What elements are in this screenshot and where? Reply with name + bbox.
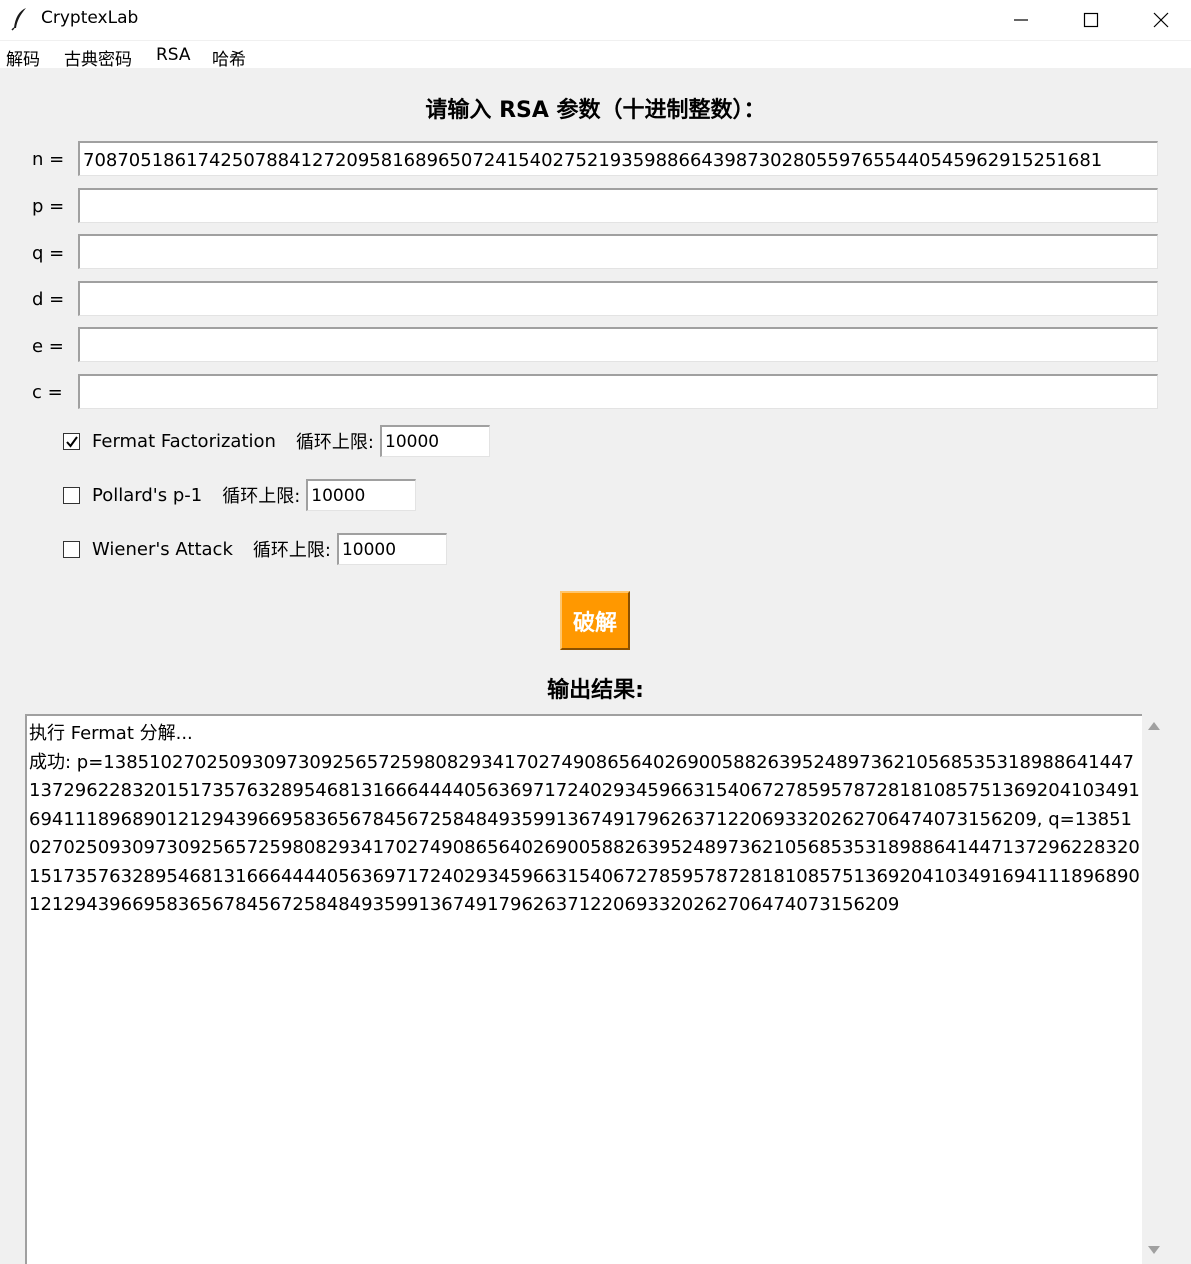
menu-decode[interactable]: 解码 [6, 45, 40, 70]
pollard-checkbox[interactable] [63, 486, 80, 504]
feather-icon [10, 7, 30, 31]
fermat-label: Fermat Factorization [92, 430, 276, 452]
wiener-limit-input[interactable] [336, 533, 447, 565]
pollard-limit-label: 循环上限: [222, 486, 301, 507]
output-scrollbar[interactable] [1142, 714, 1166, 1264]
fermat-checkbox[interactable] [63, 432, 80, 450]
window-title: CryptexLab [41, 8, 139, 28]
wiener-option: Wiener's Attack 循环上限: [63, 533, 447, 565]
pollard-label: Pollard's p-1 [92, 484, 203, 506]
maximize-icon[interactable] [1056, 0, 1126, 40]
fermat-limit-label: 循环上限: [295, 432, 375, 453]
e-input[interactable] [78, 327, 1158, 362]
menu-hash[interactable]: 哈希 [212, 45, 246, 70]
q-input[interactable] [78, 234, 1158, 269]
n-label: n = [32, 149, 65, 170]
crack-button[interactable]: 破解 [560, 591, 630, 650]
q-label: q = [32, 243, 65, 264]
c-label: c = [32, 382, 63, 403]
minimize-icon[interactable] [986, 0, 1056, 40]
wiener-checkbox[interactable] [63, 540, 80, 558]
scroll-down-icon[interactable] [1148, 1246, 1160, 1254]
pollard-limit-input[interactable] [306, 479, 417, 511]
d-label: d = [32, 289, 65, 310]
output-heading: 输出结果: [547, 678, 644, 703]
close-icon[interactable] [1126, 0, 1191, 40]
e-label: e = [32, 336, 64, 357]
title-bar: CryptexLab [0, 0, 1191, 40]
menu-bar: 解码 古典密码 RSA 哈希 [0, 41, 1191, 70]
p-label: p = [32, 196, 65, 217]
menu-rsa[interactable]: RSA [156, 45, 191, 65]
fermat-limit-input[interactable] [380, 425, 491, 457]
c-input[interactable] [78, 374, 1158, 409]
d-input[interactable] [78, 281, 1158, 316]
n-input[interactable] [78, 141, 1158, 176]
fermat-option: Fermat Factorization 循环上限: [63, 425, 491, 457]
wiener-limit-label: 循环上限: [252, 540, 331, 561]
pollard-option: Pollard's p-1 循环上限: [63, 479, 417, 511]
scroll-up-icon[interactable] [1148, 722, 1160, 730]
page-title: 请输入 RSA 参数（十进制整数）： [425, 98, 766, 123]
menu-classical-cipher[interactable]: 古典密码 [64, 45, 132, 70]
wiener-label: Wiener's Attack [92, 538, 233, 560]
output-text-area[interactable]: 执行 Fermat 分解... 成功: p=138510270250930973… [25, 714, 1142, 1264]
p-input[interactable] [78, 188, 1158, 223]
